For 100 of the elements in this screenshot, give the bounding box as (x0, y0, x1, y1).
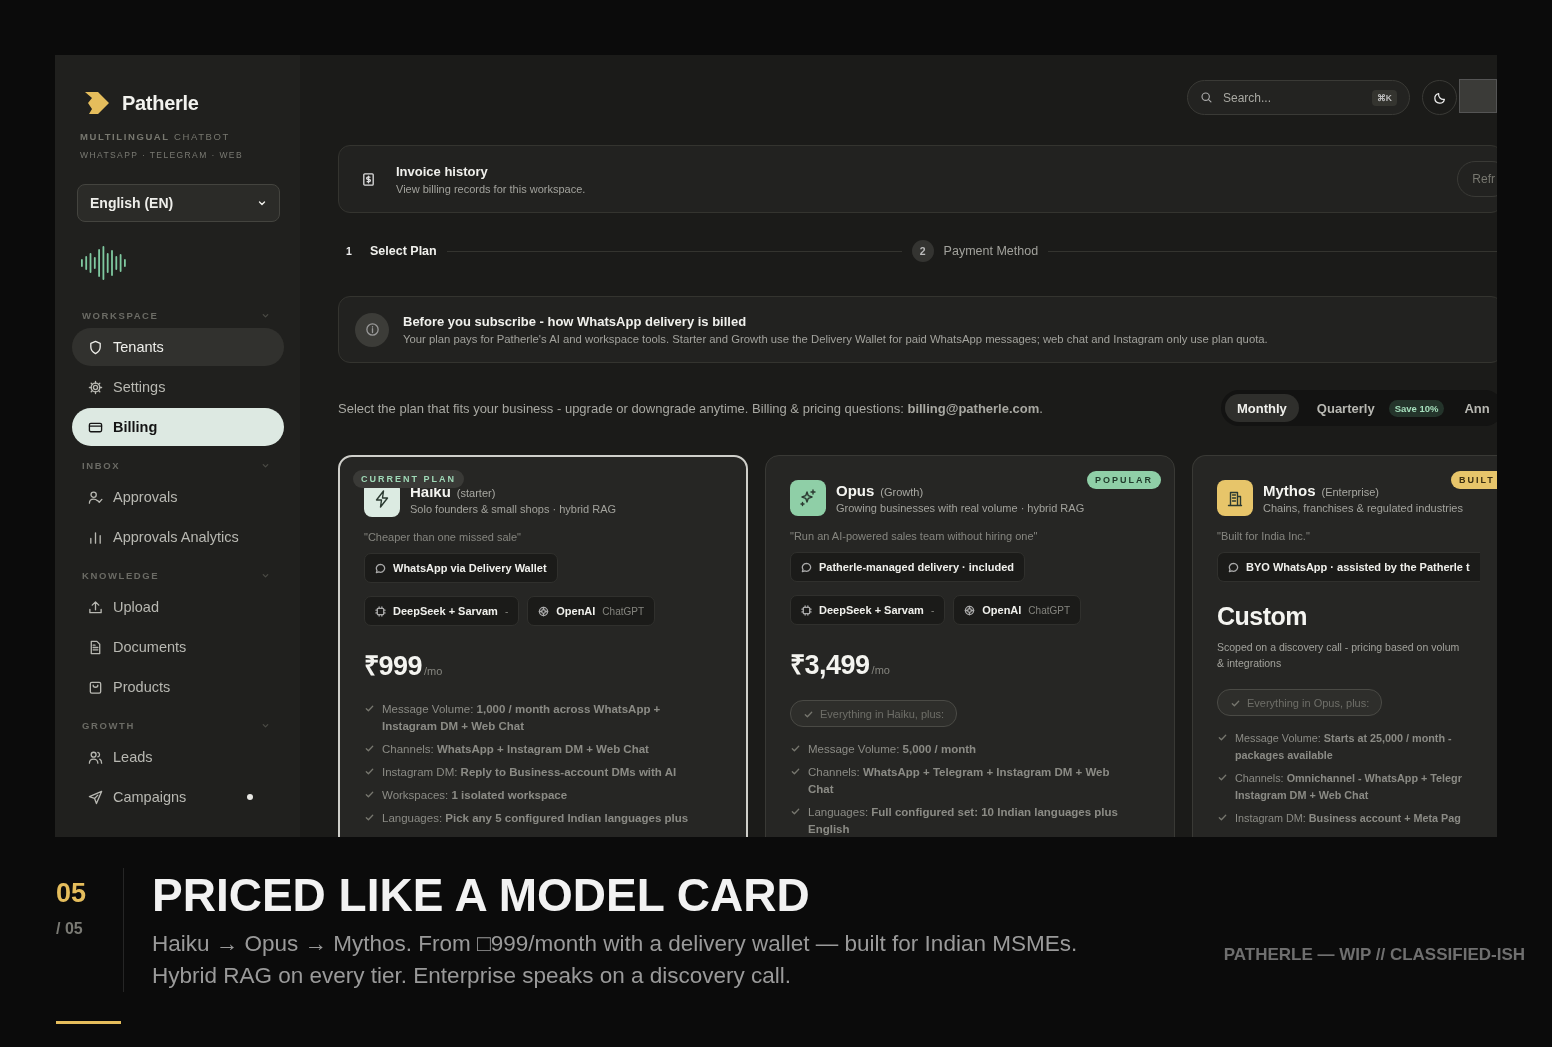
check-icon (364, 703, 375, 714)
accent-bar (56, 1021, 121, 1024)
model-note: - (930, 604, 935, 616)
plan-quote: "Built for India Inc." (1217, 530, 1311, 542)
delivery-text: WhatsApp via Delivery Wallet (393, 562, 547, 574)
feature-text: Channels: WhatsApp + Telegram + Instagram DM + Web Chat (808, 765, 1111, 797)
slide-subtitle: Haiku → Opus → Mythos. From □999/month with a delivery wallet — built for Indian MSMEs. Hybrid RAG on every tier. Enterprise speaks on a discovery call. (152, 930, 1078, 990)
feature-text: Instagram DM: Business account + Meta Pag (1235, 811, 1461, 826)
card-subtitle: View billing records for this workspace. (396, 182, 587, 195)
price-period: /mo (871, 664, 890, 676)
model-note: ChatGPT (1028, 604, 1071, 616)
plan-price: Custom (1217, 602, 1309, 631)
feature-text: Message Volume: 1,000 / month across WhatsApp + Instagram DM + Web Chat (382, 702, 662, 734)
plan-price: ₹3,499 (790, 649, 870, 682)
plan-price: ₹999 (364, 650, 423, 683)
plan-tier-label: (Growth) (880, 486, 924, 498)
discount-badge: Save 10% (1388, 399, 1445, 417)
avatar (1459, 79, 1497, 113)
model-note: - (504, 605, 509, 617)
users-icon (88, 749, 103, 765)
feature-text: Channels: Omnichannel - WhatsApp + Telegr Instagram DM + Web Chat (1235, 771, 1462, 803)
model-name: DeepSeek + Sarvam (819, 604, 924, 616)
check-icon (803, 709, 814, 720)
nav-item[interactable]: Billing (72, 408, 284, 446)
check-icon (790, 766, 801, 777)
plan-badge: POPULAR (1087, 471, 1161, 489)
chevron-down-icon[interactable] (261, 721, 270, 730)
feature-text: Instagram DM: Reply to Business-account DMs with AI (382, 765, 677, 780)
language-select[interactable]: English (EN) (77, 184, 280, 222)
chevron-down-icon (257, 198, 267, 208)
moon-icon (1432, 90, 1447, 105)
feature-text: Message Volume: 5,000 / month (808, 742, 977, 757)
channels-text: WHATSAPP · TELEGRAM · WEB (80, 150, 244, 160)
check-icon (364, 789, 375, 800)
brand-name: Patherle (122, 91, 199, 115)
model-name: OpenAI (982, 604, 1022, 616)
nav-item[interactable]: Campaigns (72, 778, 284, 816)
plan-audience: Chains, franchises & regulated industries (1263, 502, 1463, 514)
nav-item[interactable]: Settings (72, 368, 284, 406)
plan-badge: BUILT (1451, 471, 1497, 489)
delivery-text: BYO WhatsApp · assisted by the Patherle t (1246, 561, 1470, 573)
model-note: ChatGPT (602, 605, 645, 617)
nav-item[interactable]: Approvals Analytics (72, 518, 284, 556)
shortcut-key: ⌘K (1371, 89, 1397, 106)
section-title: INBOX (82, 460, 121, 471)
model-name: OpenAI (556, 605, 596, 617)
notice-title: Before you subscribe - how WhatsApp delivery is billed (403, 314, 748, 329)
period-tab[interactable]: Ann (1452, 394, 1497, 422)
inherits-text: Everything in Opus, plus: (1247, 696, 1370, 709)
check-icon (364, 743, 375, 754)
chevron-down-icon[interactable] (261, 461, 270, 470)
check-icon (364, 812, 375, 823)
feature-text: Languages: Full configured set: 10 Indian languages plus English (808, 805, 1119, 837)
check-icon (364, 766, 375, 777)
plan-tier-label: (Enterprise) (1321, 486, 1379, 498)
slide-title: PRICED LIKE A MODEL CARD (152, 868, 811, 922)
plan-badge: CURRENT PLAN (353, 470, 464, 488)
plan-name: Mythos (1263, 482, 1316, 499)
period-tab[interactable]: Monthly (1225, 394, 1299, 422)
nav-item[interactable]: Tenants (72, 328, 284, 366)
slide-tag: PATHERLE — WIP // CLASSIFIED-ISH (1223, 945, 1525, 965)
model-name: DeepSeek + Sarvam (393, 605, 498, 617)
feature-text: Languages: Pick any 5 configured Indian languages plus (382, 811, 689, 826)
nav-item[interactable]: Upload (72, 588, 284, 626)
shopping-bag-icon (88, 679, 103, 695)
receipt-icon (361, 171, 376, 187)
chevron-down-icon[interactable] (261, 311, 270, 320)
nav-item[interactable]: Documents (72, 628, 284, 666)
check-icon (790, 743, 801, 754)
check-icon (1217, 732, 1228, 743)
send-icon (88, 789, 103, 805)
step-number: 2 (911, 240, 934, 262)
feature-text: Channels: WhatsApp + Instagram DM + Web Chat (382, 742, 649, 757)
period-tab[interactable]: Quarterly (1304, 394, 1387, 422)
bar-chart-icon (88, 529, 103, 545)
card-title: Invoice history (396, 163, 489, 179)
nav-item[interactable]: Products (72, 668, 284, 706)
chat-bubble-icon (1228, 561, 1239, 573)
search-icon (1200, 91, 1213, 104)
user-check-icon (88, 489, 103, 505)
section-title: WORKSPACE (82, 310, 159, 321)
search-field[interactable]: Search... ⌘K (1187, 80, 1410, 115)
section-title: KNOWLEDGE (82, 570, 160, 581)
chat-bubble-icon (801, 561, 812, 573)
nav-item[interactable]: Leads (72, 738, 284, 776)
slide-total: / 05 (56, 920, 84, 938)
plan-quote: "Run an AI-powered sales team without hiring one" (790, 530, 1039, 542)
feature-text: Workspaces: 1 isolated workspace (382, 788, 568, 803)
waveform-icon (80, 246, 128, 280)
price-note: Scoped on a discovery call - pricing based on volum & integrations (1217, 640, 1461, 671)
inherits-text: Everything in Haiku, plus: (820, 707, 945, 720)
settings-icon (88, 379, 103, 395)
chevron-down-icon[interactable] (261, 571, 270, 580)
nav-item[interactable]: Approvals (72, 478, 284, 516)
plan-audience: Solo founders & small shops · hybrid RAG (410, 503, 617, 515)
plan-name: Opus (836, 482, 875, 499)
check-icon (1230, 698, 1241, 709)
step-label: Select Plan (370, 244, 437, 258)
search-input[interactable]: Search... (1221, 89, 1364, 106)
slide-number: 05 (56, 878, 88, 909)
